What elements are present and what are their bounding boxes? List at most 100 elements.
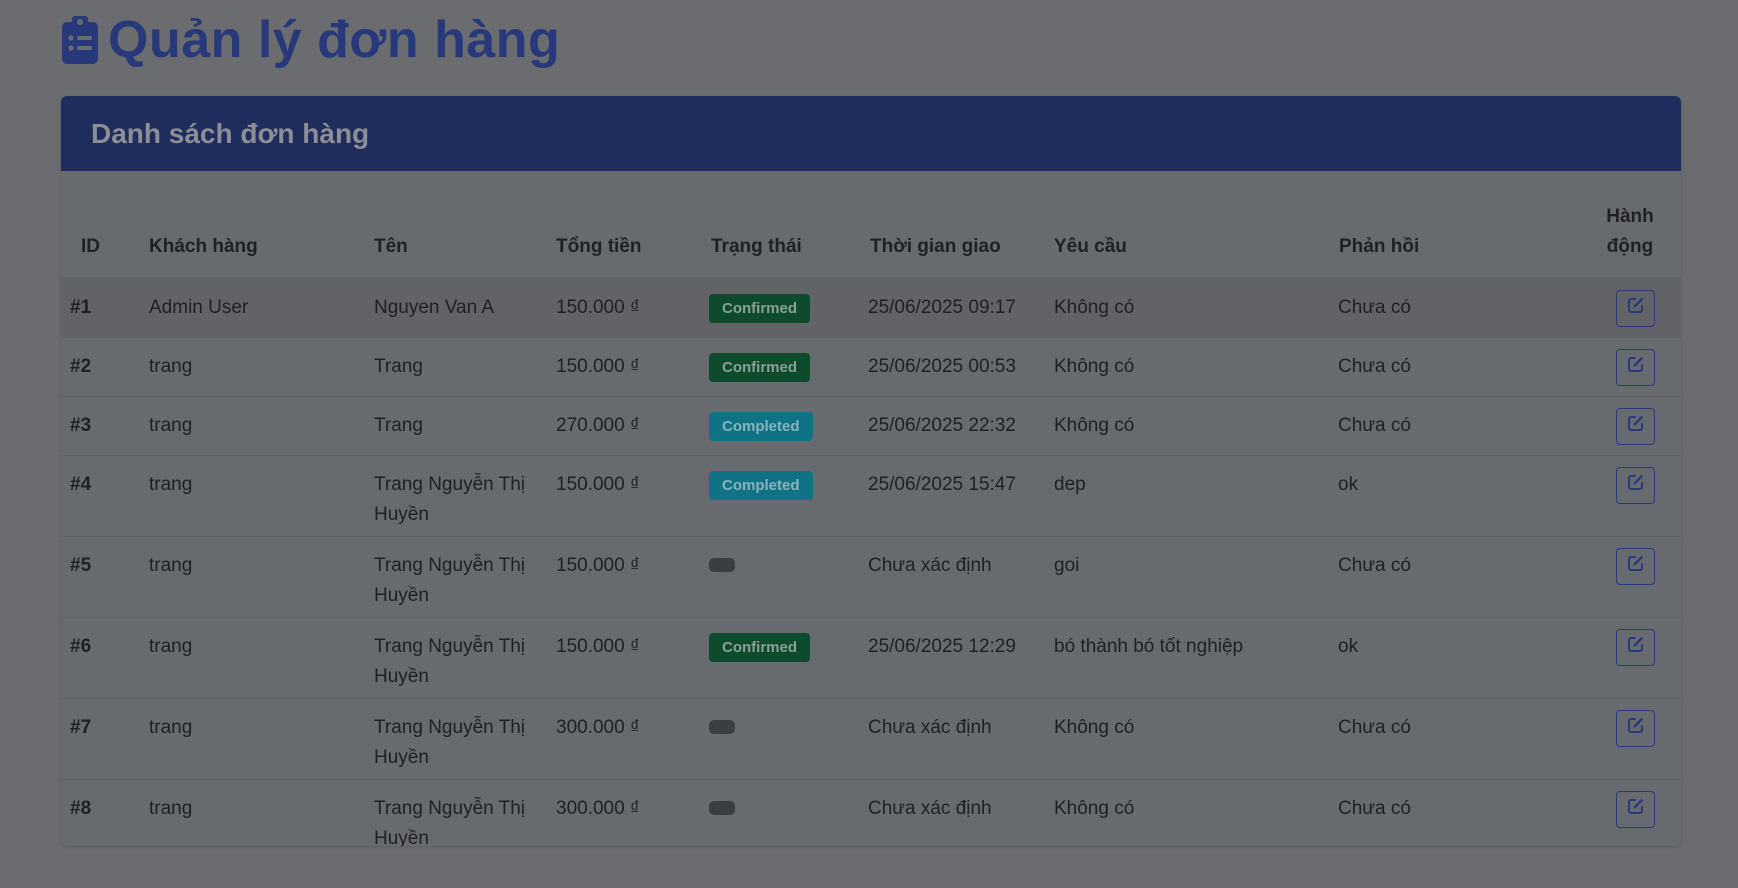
cell-request: Không có xyxy=(1045,396,1329,456)
cell-status: Confirmed xyxy=(700,337,859,397)
cell-action xyxy=(1585,396,1681,456)
table-row: #3 trang Trang 270.000 ₫ Completed 25/06/2025… xyxy=(61,396,1681,456)
cell-customer: Admin User xyxy=(140,278,365,338)
cell-action xyxy=(1585,278,1681,338)
edit-order-button[interactable] xyxy=(1616,408,1655,445)
table-header-row: ID Khách hàng Tên Tổng tiền Trạng thái T… xyxy=(61,171,1681,279)
cell-action xyxy=(1585,779,1681,846)
edit-order-button[interactable] xyxy=(1616,710,1655,747)
cell-action xyxy=(1585,617,1681,699)
cell-name: Trang Nguyễn Thị Huyền xyxy=(365,779,547,846)
col-header-request: Yêu cầu xyxy=(1045,171,1329,279)
cell-delivery-time: Chưa xác định xyxy=(859,698,1045,780)
cell-customer: trang xyxy=(140,617,365,699)
cell-customer: trang xyxy=(140,536,365,618)
edit-icon xyxy=(1627,471,1645,501)
edit-order-button[interactable] xyxy=(1616,467,1655,504)
status-badge: Completed xyxy=(709,412,813,441)
cell-delivery-time: 25/06/2025 00:53 xyxy=(859,337,1045,397)
cell-customer: trang xyxy=(140,455,365,537)
cell-request: goi xyxy=(1045,536,1329,618)
cell-status: Confirmed xyxy=(700,278,859,338)
cell-delivery-time: 25/06/2025 15:47 xyxy=(859,455,1045,537)
status-badge: Confirmed xyxy=(709,294,810,323)
edit-order-button[interactable] xyxy=(1616,349,1655,386)
status-badge: Confirmed xyxy=(709,633,810,662)
cell-request: bó thành bó tốt nghiệp xyxy=(1045,617,1329,699)
cell-total: 270.000 ₫ xyxy=(547,396,700,456)
cell-customer: trang xyxy=(140,779,365,846)
edit-order-button[interactable] xyxy=(1616,290,1655,327)
cell-id: #2 xyxy=(61,337,140,397)
edit-icon xyxy=(1627,294,1645,324)
col-header-action: Hành động xyxy=(1585,171,1681,279)
cell-customer: trang xyxy=(140,396,365,456)
cell-name: Trang xyxy=(365,396,547,456)
cell-request: Không có xyxy=(1045,698,1329,780)
cell-delivery-time: 25/06/2025 12:29 xyxy=(859,617,1045,699)
cell-id: #6 xyxy=(61,617,140,699)
table-row: #2 trang Trang 150.000 ₫ Confirmed 25/06/2025… xyxy=(61,337,1681,397)
cell-feedback: Chưa có xyxy=(1329,536,1585,618)
status-badge xyxy=(709,720,735,734)
cell-id: #7 xyxy=(61,698,140,780)
cell-feedback: ok xyxy=(1329,455,1585,537)
page-title: Quản lý đơn hàng xyxy=(108,11,561,69)
col-header-id: ID xyxy=(61,171,140,279)
cell-name: Trang xyxy=(365,337,547,397)
edit-icon xyxy=(1627,795,1645,825)
cell-delivery-time: Chưa xác định xyxy=(859,779,1045,846)
cell-request: Không có xyxy=(1045,337,1329,397)
cell-name: Trang Nguyễn Thị Huyền xyxy=(365,536,547,618)
status-badge: Confirmed xyxy=(709,353,810,382)
cell-action xyxy=(1585,337,1681,397)
cell-status: Completed xyxy=(700,396,859,456)
cell-feedback: Chưa có xyxy=(1329,396,1585,456)
cell-id: #8 xyxy=(61,779,140,846)
cell-total: 150.000 ₫ xyxy=(547,337,700,397)
cell-request: Không có xyxy=(1045,278,1329,338)
edit-order-button[interactable] xyxy=(1616,629,1655,666)
cell-status: Completed xyxy=(700,455,859,537)
table-row: #7 trang Trang Nguyễn Thị Huyền 300.000 ₫ Ch… xyxy=(61,698,1681,780)
cell-id: #3 xyxy=(61,396,140,456)
table-row: #4 trang Trang Nguyễn Thị Huyền 150.000 ₫ Co… xyxy=(61,455,1681,537)
col-header-status: Trạng thái xyxy=(700,171,859,279)
edit-icon xyxy=(1627,353,1645,383)
col-header-total: Tổng tiền xyxy=(547,171,700,279)
edit-icon xyxy=(1627,412,1645,442)
edit-icon xyxy=(1627,633,1645,663)
cell-id: #5 xyxy=(61,536,140,618)
cell-name: Trang Nguyễn Thị Huyền xyxy=(365,617,547,699)
cell-status: Confirmed xyxy=(700,617,859,699)
table-row: #8 trang Trang Nguyễn Thị Huyền 300.000 ₫ Ch… xyxy=(61,779,1681,846)
cell-id: #1 xyxy=(61,278,140,338)
cell-feedback: Chưa có xyxy=(1329,698,1585,780)
cell-delivery-time: 25/06/2025 22:32 xyxy=(859,396,1045,456)
cell-action xyxy=(1585,536,1681,618)
cell-name: Trang Nguyễn Thị Huyền xyxy=(365,698,547,780)
edit-order-button[interactable] xyxy=(1616,548,1655,585)
cell-delivery-time: 25/06/2025 09:17 xyxy=(859,278,1045,338)
table-row: #6 trang Trang Nguyễn Thị Huyền 150.000 ₫ Co… xyxy=(61,617,1681,699)
cell-total: 150.000 ₫ xyxy=(547,617,700,699)
cell-total: 300.000 ₫ xyxy=(547,779,700,846)
cell-name: Trang Nguyễn Thị Huyền xyxy=(365,455,547,537)
cell-total: 150.000 ₫ xyxy=(547,278,700,338)
cell-delivery-time: Chưa xác định xyxy=(859,536,1045,618)
cell-request: dep xyxy=(1045,455,1329,537)
orders-card: Danh sách đơn hàng ID Khách hàng Tên Tổn… xyxy=(61,96,1681,846)
cell-feedback: Chưa có xyxy=(1329,337,1585,397)
col-header-delivery-time: Thời gian giao xyxy=(859,171,1045,279)
col-header-customer: Khách hàng xyxy=(140,171,365,279)
cell-status xyxy=(700,779,859,846)
card-title: Danh sách đơn hàng xyxy=(91,117,370,149)
cell-action xyxy=(1585,455,1681,537)
cell-feedback: Chưa có xyxy=(1329,278,1585,338)
cell-feedback: ok xyxy=(1329,617,1585,699)
cell-feedback: Chưa có xyxy=(1329,779,1585,846)
cell-status xyxy=(700,536,859,618)
edit-order-button[interactable] xyxy=(1616,791,1655,828)
page-header: Quản lý đơn hàng xyxy=(60,8,560,72)
cell-request: Không có xyxy=(1045,779,1329,846)
